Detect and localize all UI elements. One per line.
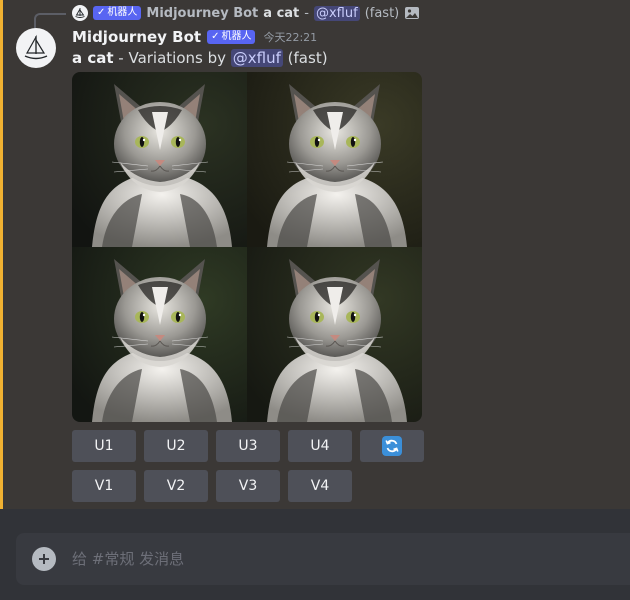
message-header: Midjourney Bot ✓ 机器人 今天22:21: [72, 27, 317, 47]
upscale-4-button[interactable]: U4: [288, 430, 352, 462]
plus-circle-icon[interactable]: [32, 547, 56, 571]
reply-reference[interactable]: ✓ 机器人 Midjourney Bot a cat - @xfluf (fast…: [72, 4, 420, 22]
reply-prompt: a cat: [263, 5, 300, 21]
message-speed: (fast): [282, 49, 328, 67]
cat-variation-1[interactable]: [72, 72, 247, 247]
message-input[interactable]: [70, 538, 630, 580]
bot-tag-label: 机器人: [221, 31, 252, 42]
upscale-1-button[interactable]: U1: [72, 430, 136, 462]
sailboat-icon: [24, 34, 48, 60]
check-icon: ✓: [211, 31, 220, 42]
message-prompt: a cat: [72, 49, 114, 67]
message-text: - Variations by: [113, 49, 231, 67]
cat-variation-4[interactable]: [247, 247, 422, 422]
upscale-2-button[interactable]: U2: [144, 430, 208, 462]
reply-author[interactable]: Midjourney Bot: [146, 6, 258, 21]
message-timestamp[interactable]: 今天22:21: [263, 29, 317, 45]
reply-speed: (fast): [364, 5, 400, 21]
variation-1-button[interactable]: V1: [72, 470, 136, 502]
variation-button-row: V1 V2 V3 V4: [72, 470, 352, 502]
reply-avatar-icon[interactable]: [72, 5, 88, 21]
message-composer: [16, 533, 630, 585]
upscale-button-row: U1 U2 U3 U4: [72, 430, 424, 462]
reply-bot-tag-label: 机器人: [107, 7, 138, 18]
message-mention[interactable]: @xfluf: [230, 49, 283, 67]
message-content: a cat - Variations by @xfluf (fast): [72, 49, 328, 69]
reply-mention[interactable]: @xfluf: [313, 5, 360, 21]
bot-avatar[interactable]: [16, 28, 56, 68]
check-icon: ✓: [97, 7, 106, 18]
composer-area: [0, 509, 630, 600]
reply-bot-tag: ✓ 机器人: [93, 6, 142, 20]
reply-separator: -: [304, 5, 309, 21]
message-author[interactable]: Midjourney Bot: [72, 28, 201, 46]
upscale-3-button[interactable]: U3: [216, 430, 280, 462]
variation-3-button[interactable]: V3: [216, 470, 280, 502]
cat-variation-2[interactable]: [247, 72, 422, 247]
reroll-button[interactable]: [360, 430, 424, 462]
image-grid[interactable]: [72, 72, 422, 422]
reply-connector: [34, 13, 66, 29]
cat-variation-3[interactable]: [72, 247, 247, 422]
variation-2-button[interactable]: V2: [144, 470, 208, 502]
image-attachment-icon: [405, 7, 420, 19]
refresh-icon: [382, 436, 402, 456]
bot-tag: ✓ 机器人: [207, 30, 256, 44]
variation-4-button[interactable]: V4: [288, 470, 352, 502]
